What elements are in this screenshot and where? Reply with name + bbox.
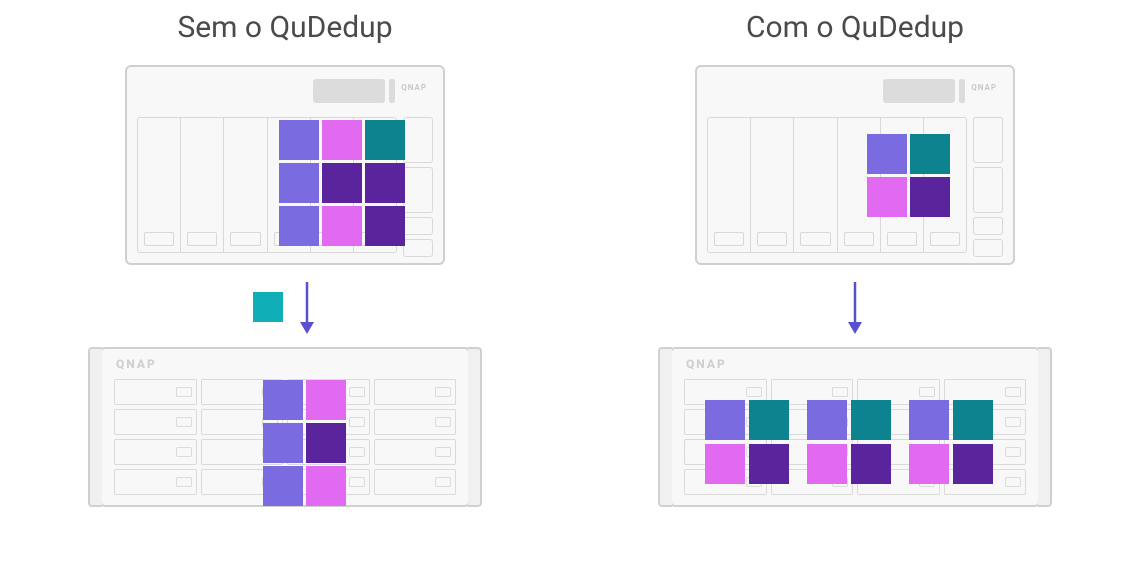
title-left: Sem o QuDedup: [177, 10, 392, 45]
data-block: [306, 423, 346, 463]
pending-block-icon: [253, 292, 283, 322]
data-block: [867, 134, 907, 174]
data-block: [807, 444, 847, 484]
nas-rack-left: QNAP: [100, 347, 470, 507]
data-block: [807, 400, 847, 440]
data-block: [365, 120, 405, 160]
data-block: [909, 444, 949, 484]
data-block: [365, 163, 405, 203]
rack-brand: QNAP: [686, 357, 727, 371]
data-block: [749, 444, 789, 484]
nas-lcd-btn: [389, 79, 395, 103]
data-block: [322, 206, 362, 246]
diagram-container: Sem o QuDedup QNAP: [0, 0, 1140, 571]
rack-brand: QNAP: [116, 357, 157, 371]
data-block: [953, 400, 993, 440]
arrow-left: [253, 279, 317, 335]
data-blocks-source-left: [279, 120, 405, 246]
data-block: [279, 120, 319, 160]
nas-brand: QNAP: [971, 83, 997, 92]
data-block: [306, 380, 346, 420]
data-block-group: [909, 400, 993, 484]
data-block: [851, 444, 891, 484]
nas-desktop-right: QNAP: [695, 65, 1015, 265]
nas-rack-right: QNAP: [670, 347, 1040, 507]
data-block: [867, 177, 907, 217]
data-block: [322, 120, 362, 160]
data-block: [263, 380, 303, 420]
title-right: Com o QuDedup: [746, 10, 964, 45]
nas-lcd-btn: [959, 79, 965, 103]
nas-side-buttons: [403, 117, 433, 257]
nas-desktop-left: QNAP: [125, 65, 445, 265]
arrow-down-icon: [845, 280, 865, 334]
data-blocks-target-right: [705, 400, 993, 484]
arrow-right: [845, 279, 865, 335]
data-blocks-target-left: [263, 380, 346, 506]
data-block: [279, 163, 319, 203]
data-block-group: [705, 400, 789, 484]
data-block: [910, 177, 950, 217]
data-block: [851, 400, 891, 440]
nas-brand: QNAP: [401, 83, 427, 92]
data-block: [909, 400, 949, 440]
data-block: [322, 163, 362, 203]
data-block: [279, 206, 319, 246]
data-block-group: [807, 400, 891, 484]
data-block: [365, 206, 405, 246]
arrow-down-icon: [297, 280, 317, 334]
data-block: [263, 466, 303, 506]
data-block: [910, 134, 950, 174]
data-block: [953, 444, 993, 484]
nas-lcd: [883, 79, 955, 103]
data-blocks-source-right: [867, 134, 950, 217]
panel-without-qudedup: Sem o QuDedup QNAP: [0, 10, 570, 571]
data-block: [263, 423, 303, 463]
nas-side-buttons: [973, 117, 1003, 257]
data-block: [705, 400, 745, 440]
panel-with-qudedup: Com o QuDedup QNAP QNAP: [570, 10, 1140, 571]
data-block: [306, 466, 346, 506]
nas-lcd: [313, 79, 385, 103]
data-block: [749, 400, 789, 440]
data-block: [705, 444, 745, 484]
